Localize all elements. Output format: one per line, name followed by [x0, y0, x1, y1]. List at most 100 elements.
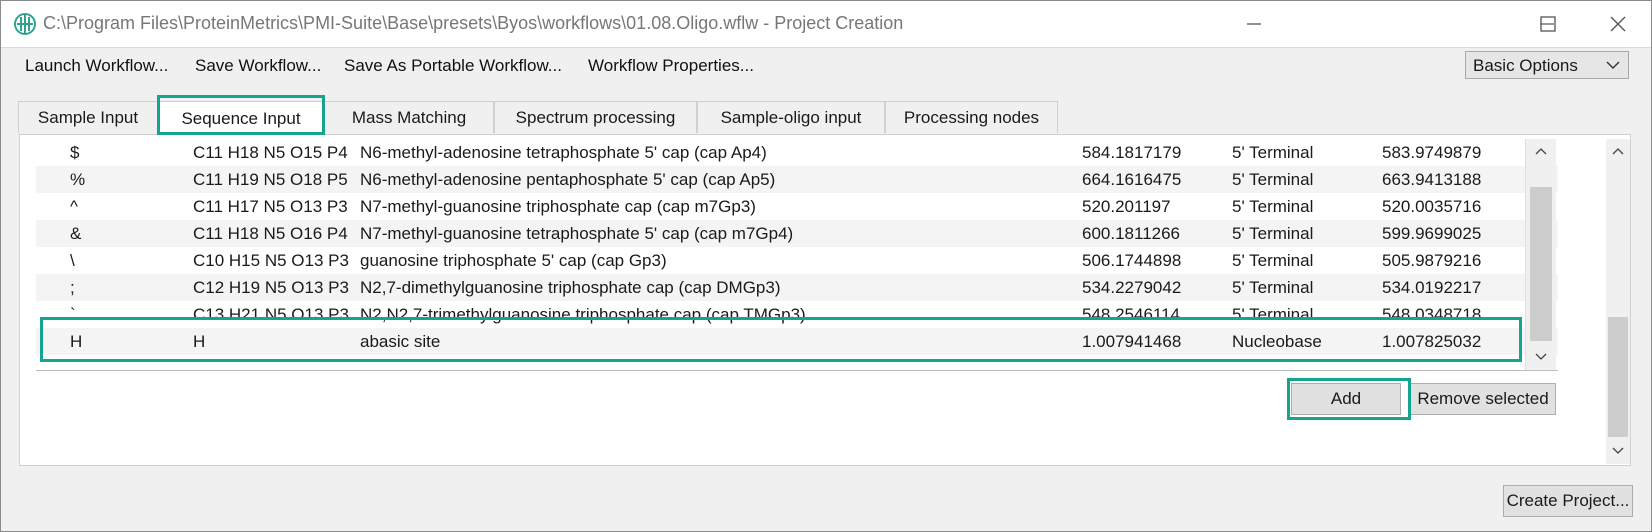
mono-mass-cell: 534.0192217: [1382, 278, 1482, 297]
table-row[interactable]: % C11 H19 N5 O18 P5 N6-methyl-adenosine …: [36, 166, 1558, 193]
tab-label: Sequence Input: [181, 108, 301, 128]
position-cell: Nucleobase: [1232, 332, 1322, 351]
name-cell: N7-methyl-guanosine tetraphosphate 5' ca…: [360, 224, 794, 243]
table-row[interactable]: & C11 H18 N5 O16 P4 N7-methyl-guanosine …: [36, 220, 1558, 247]
name-cell: guanosine triphosphate 5' cap (cap Gp3): [360, 251, 667, 270]
mono-mass-cell: 505.9879216: [1382, 251, 1482, 270]
mono-mass-cell: 520.0035716: [1382, 197, 1482, 216]
save-portable-workflow-menu[interactable]: Save As Portable Workflow...: [344, 56, 562, 76]
formula-cell: C11 H18 N5 O16 P4: [193, 224, 348, 243]
formula-cell: C11 H19 N5 O18 P5: [193, 170, 348, 189]
symbol-cell: %: [70, 170, 86, 189]
table-row[interactable]: ^ C11 H17 N5 O13 P3 N7-methyl-guanosine …: [36, 193, 1558, 220]
avg-mass-cell: 520.201197: [1082, 197, 1171, 216]
symbol-cell: ;: [70, 278, 75, 297]
position-cell: 5' Terminal: [1232, 251, 1314, 270]
position-cell: 5' Terminal: [1232, 143, 1314, 162]
tab-label: Sample Input: [37, 107, 139, 127]
window-maximize-button[interactable]: [1513, 1, 1583, 47]
formula-cell: C11 H18 N5 O15 P4: [193, 143, 348, 162]
table-row[interactable]: $ C11 H18 N5 O15 P4 N6-methyl-adenosine …: [36, 139, 1558, 166]
name-cell: N6-methyl-adenosine tetraphosphate 5' ca…: [360, 143, 767, 162]
scroll-down-icon[interactable]: [1535, 353, 1547, 361]
mono-mass-cell: 548.0348718: [1382, 305, 1482, 324]
tab-label: Mass Matching: [351, 107, 467, 127]
symbol-cell: H: [70, 332, 83, 351]
avg-mass-cell: 548.2546114: [1082, 305, 1181, 324]
maximize-icon: [1540, 16, 1556, 32]
symbol-cell: `: [70, 305, 76, 324]
add-button[interactable]: Add: [1291, 383, 1401, 415]
tab-label: Processing nodes: [903, 107, 1040, 127]
position-cell: 5' Terminal: [1232, 278, 1314, 297]
workflow-properties-menu[interactable]: Workflow Properties...: [588, 56, 754, 76]
name-cell: N7-methyl-guanosine triphosphate cap (ca…: [360, 197, 756, 216]
symbol-cell: ^: [70, 197, 78, 216]
position-cell: 5' Terminal: [1232, 170, 1314, 189]
menu-bar: Launch Workflow... Save Workflow... Save…: [1, 47, 1651, 84]
avg-mass-cell: 1.007941468: [1082, 332, 1182, 351]
mono-mass-cell: 583.9749879: [1382, 143, 1482, 162]
scroll-up-icon[interactable]: [1612, 147, 1624, 155]
symbol-cell: \: [70, 251, 75, 270]
avg-mass-cell: 600.1811266: [1082, 224, 1181, 243]
name-cell: N2,7-dimethylguanosine triphosphate cap …: [360, 278, 781, 297]
create-project-button-label: Create Project...: [1506, 491, 1630, 510]
tab-spectrum-processing[interactable]: Spectrum processing: [494, 101, 697, 133]
table-scrollbar-thumb[interactable]: [1530, 187, 1552, 341]
panel-scrollbar-thumb[interactable]: [1608, 317, 1628, 437]
tab-sequence-input[interactable]: Sequence Input: [158, 101, 324, 135]
project-creation-window: C:\Program Files\ProteinMetrics\PMI-Suit…: [0, 0, 1652, 532]
avg-mass-cell: 506.1744898: [1082, 251, 1182, 270]
tab-processing-nodes[interactable]: Processing nodes: [885, 101, 1058, 133]
minimize-icon: [1247, 23, 1261, 25]
formula-cell: C13 H21 N5 O13 P3: [193, 305, 349, 324]
chevron-down-icon: [1606, 61, 1620, 69]
tab-mass-matching[interactable]: Mass Matching: [324, 101, 494, 133]
table-row[interactable]: ` C13 H21 N5 O13 P3 N2,N2,7-trimethylgua…: [36, 301, 1558, 328]
formula-cell: C10 H15 N5 O13 P3: [193, 251, 349, 270]
symbol-cell: $: [70, 143, 80, 162]
remove-selected-button-label: Remove selected: [1417, 389, 1549, 408]
close-icon: [1610, 16, 1626, 32]
app-logo-icon: [14, 13, 36, 35]
modifications-table: $ C11 H18 N5 O15 P4 N6-methyl-adenosine …: [36, 139, 1558, 370]
tab-sample-oligo-input[interactable]: Sample-oligo input: [697, 101, 885, 133]
window-close-button[interactable]: [1583, 1, 1651, 47]
options-dropdown-value: Basic Options: [1473, 56, 1578, 75]
table-scrollbar[interactable]: [1525, 139, 1556, 370]
formula-cell: C11 H17 N5 O13 P3: [193, 197, 348, 216]
tab-label: Sample-oligo input: [720, 107, 862, 127]
create-project-button[interactable]: Create Project...: [1503, 485, 1633, 517]
table-bottom-border: [36, 370, 1558, 371]
add-button-label: Add: [1330, 389, 1362, 408]
formula-cell: C12 H19 N5 O13 P3: [193, 278, 349, 297]
scroll-up-icon[interactable]: [1535, 147, 1547, 155]
window-title: C:\Program Files\ProteinMetrics\PMI-Suit…: [43, 13, 904, 33]
name-cell: abasic site: [360, 332, 441, 351]
name-cell: N2,N2,7-trimethylguanosine triphosphate …: [360, 305, 806, 324]
avg-mass-cell: 584.1817179: [1082, 143, 1182, 162]
window-minimize-button[interactable]: [1219, 1, 1289, 47]
save-workflow-menu[interactable]: Save Workflow...: [195, 56, 321, 76]
table-row-abasic-site[interactable]: H H abasic site 1.007941468 Nucleobase 1…: [36, 328, 1558, 355]
table-row[interactable]: \ C10 H15 N5 O13 P3 guanosine triphospha…: [36, 247, 1558, 274]
symbol-cell: &: [70, 224, 82, 243]
table-row[interactable]: ; C12 H19 N5 O13 P3 N2,7-dimethylguanosi…: [36, 274, 1558, 301]
title-bar: C:\Program Files\ProteinMetrics\PMI-Suit…: [1, 1, 1651, 47]
position-cell: 5' Terminal: [1232, 197, 1314, 216]
position-cell: 5' Terminal: [1232, 305, 1314, 324]
avg-mass-cell: 534.2279042: [1082, 278, 1182, 297]
launch-workflow-menu[interactable]: Launch Workflow...: [25, 56, 168, 76]
remove-selected-button[interactable]: Remove selected: [1410, 383, 1556, 415]
scroll-down-icon[interactable]: [1612, 447, 1624, 455]
avg-mass-cell: 664.1616475: [1082, 170, 1182, 189]
tab-label: Spectrum processing: [515, 107, 676, 127]
formula-cell: H: [193, 332, 206, 351]
mono-mass-cell: 1.007825032: [1382, 332, 1482, 351]
mono-mass-cell: 599.9699025: [1382, 224, 1482, 243]
options-dropdown[interactable]: Basic Options: [1465, 51, 1629, 79]
mono-mass-cell: 663.9413188: [1382, 170, 1482, 189]
tab-sample-input[interactable]: Sample Input: [18, 101, 158, 133]
panel-scrollbar[interactable]: [1606, 139, 1630, 464]
